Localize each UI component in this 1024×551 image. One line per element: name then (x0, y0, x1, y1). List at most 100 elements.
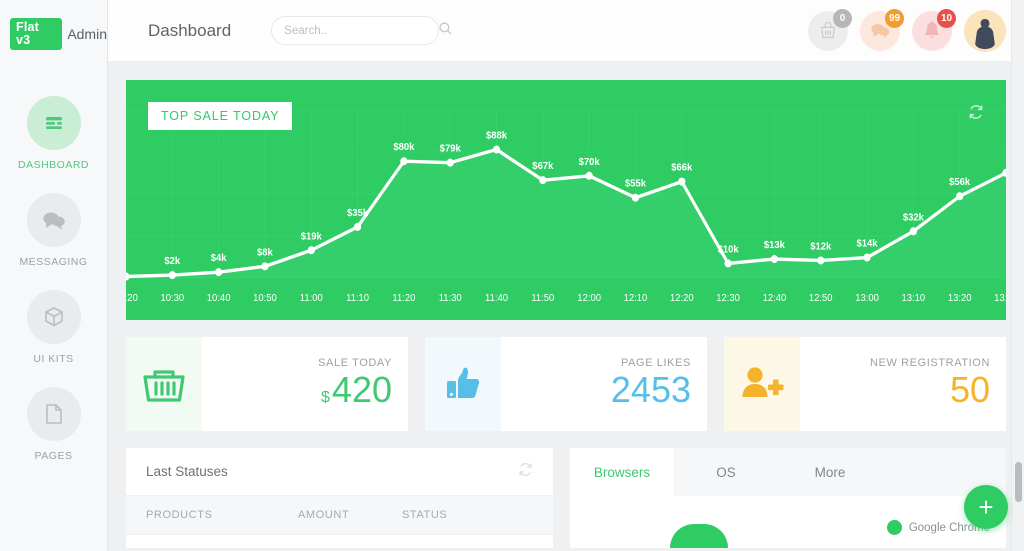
sidebar-item-label: DASHBOARD (17, 159, 89, 171)
svg-text:13:20: 13:20 (948, 293, 972, 305)
svg-text:12:40: 12:40 (763, 293, 787, 305)
main-area: Dashboard 0 (108, 0, 1024, 551)
sidebar-item-ui-kits[interactable]: UI KITS (0, 290, 107, 365)
avatar[interactable] (964, 9, 1006, 52)
logo-text: Admin (67, 26, 107, 42)
svg-text:$88k: $88k (486, 130, 507, 142)
svg-text:12:10: 12:10 (624, 293, 648, 305)
svg-text:$32k: $32k (903, 212, 924, 224)
cart-badge: 0 (833, 8, 852, 28)
scrollbar-thumb[interactable] (1015, 462, 1022, 502)
search-box[interactable] (271, 16, 452, 45)
search-icon[interactable] (438, 21, 453, 41)
chat-icon (26, 193, 81, 247)
tab-os[interactable]: OS (674, 448, 778, 496)
stat-value: 50 (950, 371, 990, 409)
messages-badge: 99 (885, 8, 904, 28)
tab-more[interactable]: More (778, 448, 882, 496)
browsers-tab-content: Google Chrome (570, 496, 1006, 548)
stat-currency: $ (321, 389, 330, 407)
svg-text:13:30: 13:30 (994, 293, 1006, 305)
stat-label: NEW REGISTRATION (869, 357, 990, 370)
svg-text:$80k: $80k (393, 142, 414, 154)
cart-button[interactable]: 0 (808, 8, 852, 51)
svg-text:$2k: $2k (164, 256, 180, 268)
svg-text:10:20: 10:20 (126, 293, 138, 305)
column-header-status: STATUS (402, 509, 448, 521)
svg-text:10:40: 10:40 (207, 293, 231, 305)
svg-text:$10k: $10k (718, 244, 739, 256)
add-button[interactable]: + (964, 485, 1008, 529)
svg-text:$55k: $55k (625, 178, 646, 190)
stat-card-new-registration: NEW REGISTRATION 50 (724, 337, 1006, 431)
svg-text:12:20: 12:20 (670, 293, 694, 305)
logo[interactable]: Flat v3 Admin (0, 0, 107, 50)
panel-title: Last Statuses (146, 464, 228, 479)
sidebar-item-pages[interactable]: PAGES (0, 387, 107, 462)
stat-number: 2453 (610, 369, 691, 411)
sidebar: Flat v3 Admin DASHBOARD MESSAGING UI KIT… (0, 0, 108, 551)
search-input[interactable] (284, 24, 439, 37)
svg-text:11:40: 11:40 (485, 293, 508, 305)
top-sale-chart-card: TOP SALE TODAY 10:20 $2k 10:30 $4k 10:40 $8k 1… (126, 80, 1006, 320)
stat-value: 2453 (611, 371, 691, 409)
sidebar-item-label: UI KITS (33, 353, 74, 365)
notifications-badge: 10 (937, 8, 956, 28)
svg-text:$8k: $8k (257, 247, 273, 259)
svg-text:13:10: 13:10 (902, 293, 926, 305)
cube-icon (26, 290, 81, 344)
sidebar-item-dashboard[interactable]: DASHBOARD (0, 96, 107, 171)
basket-icon (126, 337, 202, 431)
tab-browsers[interactable]: Browsers (570, 448, 674, 496)
stat-body: SALE TODAY $ 420 (202, 337, 408, 431)
chart-refresh-icon[interactable] (968, 104, 984, 125)
user-plus-icon (724, 337, 800, 431)
svg-text:$56k: $56k (949, 177, 970, 189)
svg-text:10:30: 10:30 (160, 293, 184, 305)
stat-body: NEW REGISTRATION 50 (800, 337, 1006, 431)
svg-text:$70k: $70k (579, 156, 600, 168)
stat-label: PAGE LIKES (621, 357, 691, 370)
messages-button[interactable]: 99 (860, 8, 904, 51)
svg-text:11:50: 11:50 (531, 293, 554, 305)
browsers-tabs: Browsers OS More (570, 448, 1006, 496)
logo-badge: Flat v3 (10, 18, 63, 50)
dashboard-icon (26, 96, 81, 150)
stat-label: SALE TODAY (318, 357, 392, 370)
stat-cards: SALE TODAY $ 420 PAGE LIKES 2453 NEW REG… (126, 337, 1006, 431)
column-header-amount: AMOUNT (298, 509, 350, 521)
page-title: Dashboard (148, 20, 232, 40)
sidebar-item-label: PAGES (34, 450, 73, 462)
panel-refresh-icon[interactable] (518, 462, 533, 482)
stat-body: PAGE LIKES 2453 (501, 337, 707, 431)
svg-text:11:20: 11:20 (392, 293, 415, 305)
browsers-donut-chart (670, 524, 728, 548)
panel-header: Last Statuses (126, 448, 553, 496)
bottom-panels: Last Statuses PRODUCTS AMOUNT STATUS Bro… (126, 448, 1006, 548)
app-root: Flat v3 Admin DASHBOARD MESSAGING UI KIT… (0, 0, 1024, 551)
svg-text:11:00: 11:00 (300, 293, 323, 305)
svg-text:$14k: $14k (857, 238, 878, 250)
stat-card-sale-today: SALE TODAY $ 420 (126, 337, 408, 431)
browsers-panel: Browsers OS More Google Chrome (570, 448, 1006, 548)
content-area: TOP SALE TODAY 10:20 $2k 10:30 $4k 10:40 $8k 1… (108, 62, 1024, 551)
statuses-table-body (126, 534, 553, 548)
page-icon (26, 387, 81, 441)
legend-dot (886, 520, 902, 535)
page-scrollbar[interactable] (1011, 0, 1024, 551)
sidebar-item-messaging[interactable]: MESSAGING (0, 193, 107, 268)
stat-number: 420 (331, 369, 392, 411)
stat-value: $ 420 (321, 371, 392, 409)
svg-text:12:50: 12:50 (809, 293, 833, 305)
statuses-table-header: PRODUCTS AMOUNT STATUS (126, 496, 553, 534)
svg-text:12:00: 12:00 (577, 293, 601, 305)
svg-text:11:10: 11:10 (346, 293, 369, 305)
svg-text:10:50: 10:50 (253, 293, 277, 305)
sidebar-item-label: MESSAGING (19, 256, 88, 268)
notifications-button[interactable]: 10 (912, 8, 956, 51)
stat-number: 50 (949, 369, 990, 411)
svg-text:$79k: $79k (440, 143, 461, 155)
svg-text:$67k: $67k (532, 161, 553, 173)
svg-text:$66k: $66k (671, 162, 692, 174)
svg-text:$12k: $12k (810, 241, 831, 253)
